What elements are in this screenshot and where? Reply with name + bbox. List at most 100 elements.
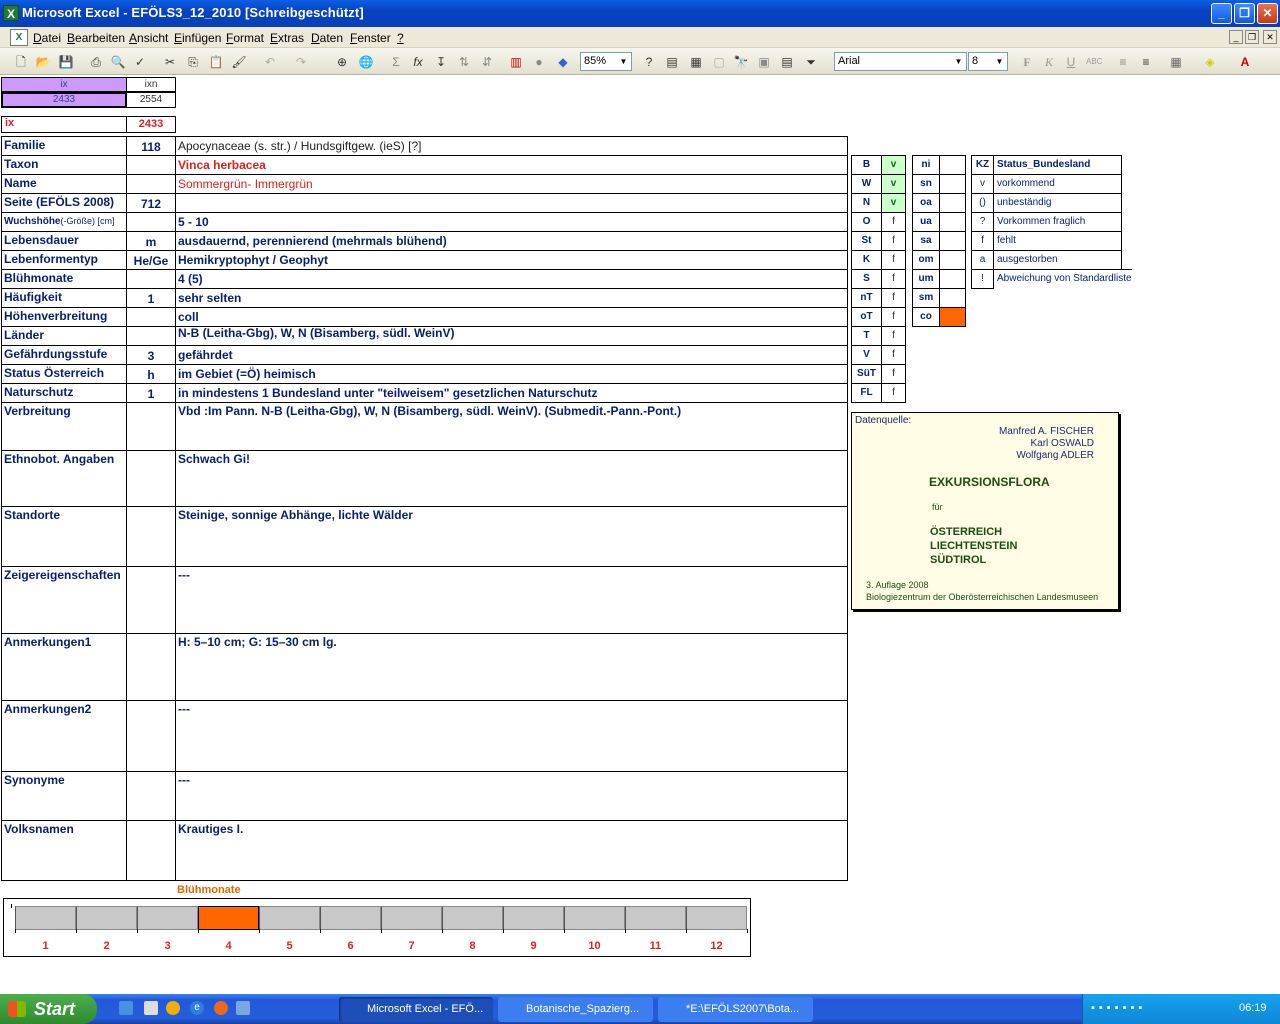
altitude-code[interactable]: sa — [912, 231, 940, 251]
row-label[interactable]: Naturschutz — [1, 383, 127, 403]
ixn-header[interactable]: ixn — [126, 77, 176, 92]
row-code[interactable]: 1 — [126, 383, 176, 403]
row-value[interactable]: 4 (5) — [175, 269, 848, 289]
legend-kz[interactable]: ! — [971, 269, 994, 289]
open-icon[interactable]: 📂 — [35, 54, 51, 70]
quicklaunch-icon-1[interactable] — [144, 1001, 158, 1015]
big-row-value[interactable]: Schwach Gi! — [175, 450, 848, 507]
menu-fenster[interactable]: Fenster — [350, 31, 391, 45]
ix-header[interactable]: ix — [1, 77, 127, 92]
row-code[interactable] — [126, 155, 176, 175]
legend-text[interactable]: ausgestorben — [993, 250, 1122, 270]
internet-explorer-icon[interactable]: e — [190, 1001, 204, 1015]
state-value[interactable]: v — [881, 193, 906, 213]
ixn-value-cell[interactable]: 2554 — [126, 92, 176, 108]
big-row-value[interactable]: Vbd :Im Pann. N-B (Leitha-Gbg), W, N (Bi… — [175, 402, 848, 451]
menu-datei[interactable]: Datei — [33, 31, 61, 45]
function-icon[interactable]: fx — [410, 54, 426, 70]
excel-app-icon[interactable]: X — [3, 5, 19, 21]
legend-text[interactable]: unbeständig — [993, 193, 1122, 213]
bold-icon[interactable]: F — [1019, 54, 1035, 70]
row-value[interactable]: in mindestens 1 Bundesland unter "teilwe… — [175, 383, 848, 403]
row-code[interactable] — [126, 326, 176, 346]
tray-icons[interactable]: ▪▪▪▪▪▪▪ — [1091, 1002, 1221, 1016]
altitude-code[interactable]: sn — [912, 174, 940, 194]
fill-color-icon[interactable]: ◈ — [1202, 54, 1218, 70]
altitude-code[interactable]: oa — [912, 193, 940, 213]
doc-minimize-button[interactable]: _ — [1229, 30, 1243, 44]
doc-restore-button[interactable]: ❐ — [1245, 30, 1259, 44]
ix-red-value-cell[interactable]: 2433 — [126, 116, 176, 133]
row-value[interactable]: sehr selten — [175, 288, 848, 308]
task-efoels[interactable]: *E:\EFÖLS2007\Bota... — [658, 997, 813, 1022]
align-left-icon[interactable]: ≡ — [1115, 54, 1131, 70]
task-botanische[interactable]: Botanische_Spazierg... — [498, 997, 653, 1022]
big-row-label[interactable]: Verbreitung — [1, 402, 127, 451]
state-code[interactable]: S — [851, 269, 882, 289]
minimize-button[interactable]: _ — [1211, 3, 1232, 24]
save-icon[interactable]: 💾 — [58, 54, 74, 70]
row-value[interactable]: Apocynaceae (s. str.) / Hundsgiftgew. (i… — [175, 136, 848, 156]
altitude-code[interactable]: sm — [912, 288, 940, 308]
state-code[interactable]: V — [851, 345, 882, 365]
toolbar-icon-a[interactable]: ▤ — [664, 54, 680, 70]
altitude-value[interactable] — [939, 250, 966, 270]
menu-einfuegen[interactable]: Einfügen — [174, 31, 221, 45]
menu-extras[interactable]: Extras — [270, 31, 304, 45]
row-value[interactable]: Hemikryptophyt / Geophyt — [175, 250, 848, 270]
zoom-select[interactable]: 85% ▼ — [580, 52, 632, 71]
altitude-value[interactable] — [939, 212, 966, 232]
legend-kz[interactable]: () — [971, 193, 994, 213]
close-button[interactable]: ✕ — [1257, 3, 1278, 24]
big-row-value[interactable]: --- — [175, 771, 848, 821]
big-row-code[interactable] — [126, 820, 176, 881]
big-row-code[interactable] — [126, 566, 176, 634]
hyperlink-icon[interactable]: ⊕ — [334, 54, 350, 70]
big-row-code[interactable] — [126, 771, 176, 821]
menu-format[interactable]: Format — [226, 31, 264, 45]
row-code[interactable]: 3 — [126, 345, 176, 365]
state-value[interactable]: f — [881, 345, 906, 365]
altitude-code[interactable]: um — [912, 269, 940, 289]
altitude-code[interactable]: co — [912, 307, 940, 327]
paste-icon[interactable]: 📋 — [208, 54, 224, 70]
state-code[interactable]: T — [851, 326, 882, 346]
row-label[interactable]: Status Österreich — [1, 364, 127, 384]
row-label[interactable]: Seite (EFÖLS 2008) — [1, 193, 127, 213]
legend-kz[interactable]: v — [971, 174, 994, 194]
autosum-icon[interactable]: Σ — [388, 54, 404, 70]
altitude-code[interactable]: ua — [912, 212, 940, 232]
sort-asc-icon[interactable]: ↧ — [433, 54, 449, 70]
undo-icon[interactable]: ↶ — [262, 54, 278, 70]
font-color-icon[interactable]: A — [1237, 54, 1253, 70]
toolbar-icon-e[interactable]: ▤ — [779, 54, 795, 70]
chart-wizard-icon[interactable]: ▥ — [508, 54, 524, 70]
row-value[interactable]: im Gebiet (=Ö) heimisch — [175, 364, 848, 384]
strikethrough-icon[interactable]: ABC — [1086, 54, 1102, 70]
toolbar-icon-b[interactable]: ▦ — [688, 54, 704, 70]
row-value[interactable] — [175, 193, 848, 213]
state-code[interactable]: SüT — [851, 364, 882, 384]
state-value[interactable]: f — [881, 250, 906, 270]
state-code[interactable]: FL — [851, 383, 882, 403]
row-label[interactable]: Blühmonate — [1, 269, 127, 289]
row-code[interactable]: 1 — [126, 288, 176, 308]
row-label[interactable]: Höhenverbreitung — [1, 307, 127, 327]
row-value[interactable]: N-B (Leitha-Gbg), W, N (Bisamberg, südl.… — [175, 326, 848, 346]
find-icon[interactable]: 🔭 — [733, 54, 749, 70]
redo-icon[interactable]: ↷ — [293, 54, 309, 70]
altitude-value[interactable] — [939, 155, 966, 175]
autofilter-icon[interactable]: ⏷ — [803, 54, 819, 70]
big-row-value[interactable]: Krautiges I. — [175, 820, 848, 881]
row-code[interactable]: 118 — [126, 136, 176, 156]
state-value[interactable]: f — [881, 364, 906, 384]
big-row-value[interactable]: --- — [175, 700, 848, 772]
altitude-value[interactable] — [939, 174, 966, 194]
menu-help[interactable]: ? — [397, 31, 404, 45]
row-code[interactable] — [126, 174, 176, 194]
state-code[interactable]: nT — [851, 288, 882, 308]
state-value[interactable]: v — [881, 174, 906, 194]
row-value[interactable]: Vinca herbacea — [175, 155, 848, 175]
workbook-icon[interactable]: X — [10, 29, 28, 46]
state-code[interactable]: oT — [851, 307, 882, 327]
